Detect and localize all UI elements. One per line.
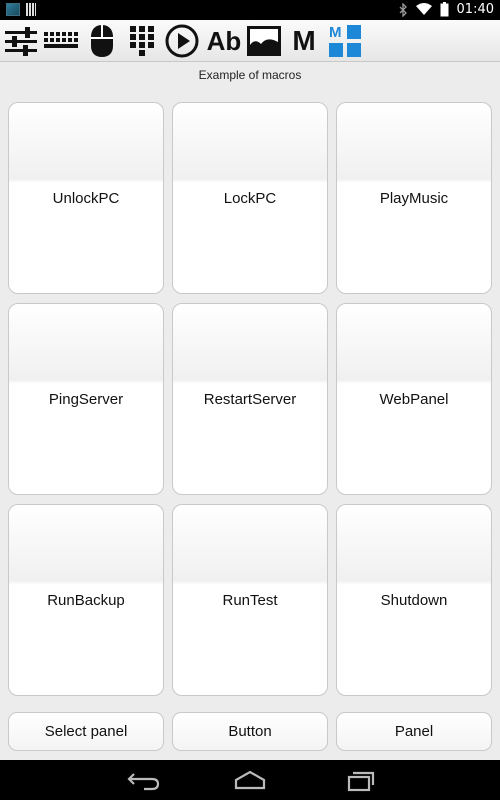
macro-button-runbackup[interactable]: RunBackup (8, 504, 164, 696)
macro-panel-icon[interactable]: M (326, 23, 364, 59)
toolbar: Ab M M (0, 20, 500, 62)
wifi-icon (415, 3, 432, 15)
macro-button-runtest[interactable]: RunTest (172, 504, 328, 696)
recent-apps-icon[interactable] (338, 768, 378, 792)
bluetooth-icon (399, 2, 407, 17)
sliders-icon[interactable] (3, 23, 39, 59)
navigation-bar (0, 760, 500, 800)
panel-title: Example of macros (198, 68, 302, 82)
back-icon[interactable] (124, 768, 164, 792)
home-icon[interactable] (230, 768, 270, 792)
clock: 01:40 (456, 2, 494, 17)
text-icon[interactable]: Ab (205, 23, 243, 59)
image-icon[interactable] (246, 23, 282, 59)
macro-button-playmusic[interactable]: PlayMusic (336, 102, 492, 294)
status-bar: 01:40 (0, 0, 500, 20)
macro-button-lockpc[interactable]: LockPC (172, 102, 328, 294)
macro-button-pingserver[interactable]: PingServer (8, 303, 164, 495)
panel-button[interactable]: Panel (336, 712, 492, 751)
macro-button-webpanel[interactable]: WebPanel (336, 303, 492, 495)
select-panel-button[interactable]: Select panel (8, 712, 164, 751)
button-button[interactable]: Button (172, 712, 328, 751)
app-icon (6, 3, 20, 16)
macro-button-shutdown[interactable]: Shutdown (336, 504, 492, 696)
mouse-icon[interactable] (88, 23, 116, 59)
macro-button-restartserver[interactable]: RestartServer (172, 303, 328, 495)
macro-icon[interactable]: M (288, 23, 320, 59)
numpad-icon[interactable] (127, 23, 157, 59)
battery-icon (440, 2, 449, 17)
play-icon[interactable] (164, 23, 200, 59)
macro-button-unlockpc[interactable]: UnlockPC (8, 102, 164, 294)
keyboard-icon[interactable] (42, 23, 80, 59)
svg-text:M: M (329, 24, 342, 41)
barcode-icon (26, 3, 36, 16)
